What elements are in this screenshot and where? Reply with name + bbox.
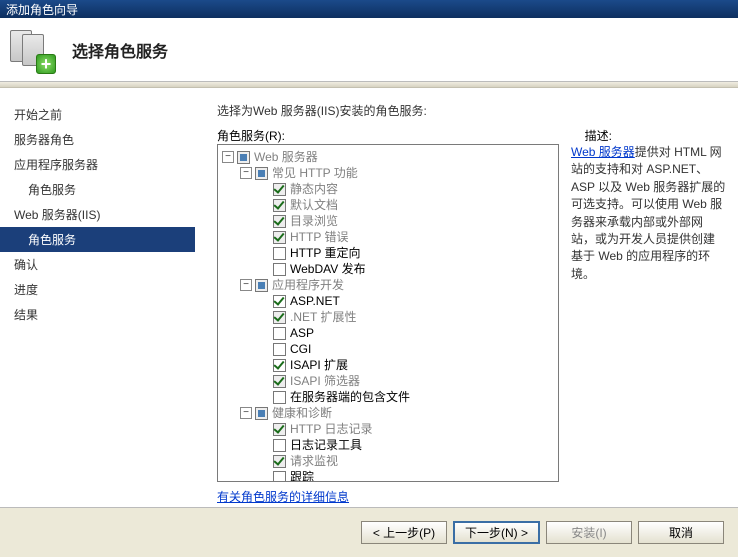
tree-node[interactable]: − 常见 HTTP 功能 <box>222 165 556 181</box>
tree-checkbox[interactable] <box>273 183 286 196</box>
tree-node[interactable]: HTTP 重定向 <box>222 245 556 261</box>
nav-item[interactable]: 角色服务 <box>0 227 195 252</box>
desc-label: 描述: <box>585 127 722 144</box>
expander-icon[interactable]: − <box>222 151 234 163</box>
nav-item[interactable]: 确认 <box>0 252 195 277</box>
tree-node-label: 日志记录工具 <box>290 437 362 453</box>
tree-node[interactable]: ISAPI 扩展 <box>222 357 556 373</box>
tree-checkbox[interactable] <box>255 407 268 420</box>
description-text: 提供对 HTML 网站的支持和对 ASP.NET、ASP 以及 Web 服务器扩… <box>571 145 725 281</box>
main-panel: 选择为Web 服务器(IIS)安装的角色服务: 角色服务(R): 描述: −We… <box>195 88 738 507</box>
tree-node-label: 请求监视 <box>290 453 338 469</box>
tree-node-label: WebDAV 发布 <box>290 261 366 277</box>
tree-checkbox[interactable] <box>273 231 286 244</box>
tree-node[interactable]: HTTP 错误 <box>222 229 556 245</box>
tree-node[interactable]: 跟踪 <box>222 469 556 481</box>
wizard-nav: 开始之前服务器角色应用程序服务器角色服务Web 服务器(IIS)角色服务确认进度… <box>0 88 195 507</box>
tree-node-label: Web 服务器 <box>254 149 318 165</box>
tree-checkbox[interactable] <box>273 343 286 356</box>
description-link[interactable]: Web 服务器 <box>571 145 635 159</box>
tree-node-label: ISAPI 扩展 <box>290 357 348 373</box>
tree-node[interactable]: − Web 服务器 <box>222 149 556 165</box>
tree-node-label: 跟踪 <box>290 469 314 481</box>
tree-checkbox[interactable] <box>273 295 286 308</box>
tree-node[interactable]: 请求监视 <box>222 453 556 469</box>
nav-item[interactable]: Web 服务器(IIS) <box>0 202 195 227</box>
tree-node[interactable]: ASP <box>222 325 556 341</box>
tree-node-label: HTTP 重定向 <box>290 245 360 261</box>
tree-checkbox[interactable] <box>273 439 286 452</box>
tree-checkbox[interactable] <box>273 215 286 228</box>
tree-node-label: 应用程序开发 <box>272 277 344 293</box>
tree-node-label: 静态内容 <box>290 181 338 197</box>
prev-button[interactable]: < 上一步(P) <box>361 521 447 544</box>
tree-checkbox[interactable] <box>273 455 286 468</box>
tree-node-label: ASP <box>290 325 314 341</box>
next-button[interactable]: 下一步(N) > <box>453 521 540 544</box>
nav-item[interactable]: 结果 <box>0 302 195 327</box>
tree-node-label: ASP.NET <box>290 293 340 309</box>
instruction-text: 选择为Web 服务器(IIS)安装的角色服务: <box>217 102 730 119</box>
tree-checkbox[interactable] <box>273 263 286 276</box>
tree-node-label: ISAPI 筛选器 <box>290 373 360 389</box>
more-info-link[interactable]: 有关角色服务的详细信息 <box>217 490 349 504</box>
tree-node[interactable]: ASP.NET <box>222 293 556 309</box>
expander-icon[interactable]: − <box>240 279 252 291</box>
nav-item[interactable]: 开始之前 <box>0 102 195 127</box>
tree-node[interactable]: WebDAV 发布 <box>222 261 556 277</box>
cancel-button[interactable]: 取消 <box>638 521 724 544</box>
tree-checkbox[interactable] <box>273 471 286 482</box>
tree-checkbox[interactable] <box>255 167 268 180</box>
tree-node-label: 健康和诊断 <box>272 405 332 421</box>
server-add-icon: + <box>10 28 54 72</box>
wizard-footer: < 上一步(P) 下一步(N) > 安装(I) 取消 <box>0 508 738 557</box>
tree-node-label: HTTP 日志记录 <box>290 421 372 437</box>
tree-node[interactable]: 在服务器端的包含文件 <box>222 389 556 405</box>
tree-node-label: .NET 扩展性 <box>290 309 356 325</box>
titlebar: 添加角色向导 <box>0 0 738 18</box>
tree-checkbox[interactable] <box>273 327 286 340</box>
expander-icon[interactable]: − <box>240 407 252 419</box>
window-title: 添加角色向导 <box>6 3 78 17</box>
role-services-tree[interactable]: −Web 服务器−常见 HTTP 功能静态内容默认文档目录浏览HTTP 错误HT… <box>217 144 559 482</box>
tree-checkbox[interactable] <box>273 391 286 404</box>
tree-node[interactable]: 静态内容 <box>222 181 556 197</box>
tree-label: 角色服务(R): <box>217 127 285 144</box>
tree-node[interactable]: − 健康和诊断 <box>222 405 556 421</box>
tree-node-label: 目录浏览 <box>290 213 338 229</box>
tree-node[interactable]: HTTP 日志记录 <box>222 421 556 437</box>
tree-node[interactable]: .NET 扩展性 <box>222 309 556 325</box>
nav-item[interactable]: 应用程序服务器 <box>0 152 195 177</box>
tree-node-label: 常见 HTTP 功能 <box>272 165 358 181</box>
tree-checkbox[interactable] <box>273 423 286 436</box>
tree-checkbox[interactable] <box>273 311 286 324</box>
install-button[interactable]: 安装(I) <box>546 521 632 544</box>
tree-node[interactable]: 默认文档 <box>222 197 556 213</box>
tree-checkbox[interactable] <box>273 247 286 260</box>
tree-checkbox[interactable] <box>273 199 286 212</box>
tree-node[interactable]: − 应用程序开发 <box>222 277 556 293</box>
nav-item[interactable]: 角色服务 <box>0 177 195 202</box>
tree-checkbox[interactable] <box>273 359 286 372</box>
tree-node-label: 在服务器端的包含文件 <box>290 389 410 405</box>
tree-node[interactable]: 目录浏览 <box>222 213 556 229</box>
nav-item[interactable]: 服务器角色 <box>0 127 195 152</box>
tree-node-label: 默认文档 <box>290 197 338 213</box>
tree-checkbox[interactable] <box>273 375 286 388</box>
description-panel: Web 服务器提供对 HTML 网站的支持和对 ASP.NET、ASP 以及 W… <box>567 144 730 482</box>
tree-node-label: CGI <box>290 341 311 357</box>
expander-icon[interactable]: − <box>240 167 252 179</box>
tree-checkbox[interactable] <box>255 279 268 292</box>
wizard-header: + 选择角色服务 <box>0 18 738 82</box>
tree-node[interactable]: ISAPI 筛选器 <box>222 373 556 389</box>
tree-node[interactable]: CGI <box>222 341 556 357</box>
tree-checkbox[interactable] <box>237 151 250 164</box>
nav-item[interactable]: 进度 <box>0 277 195 302</box>
tree-node[interactable]: 日志记录工具 <box>222 437 556 453</box>
page-title: 选择角色服务 <box>72 38 168 62</box>
tree-node-label: HTTP 错误 <box>290 229 348 245</box>
